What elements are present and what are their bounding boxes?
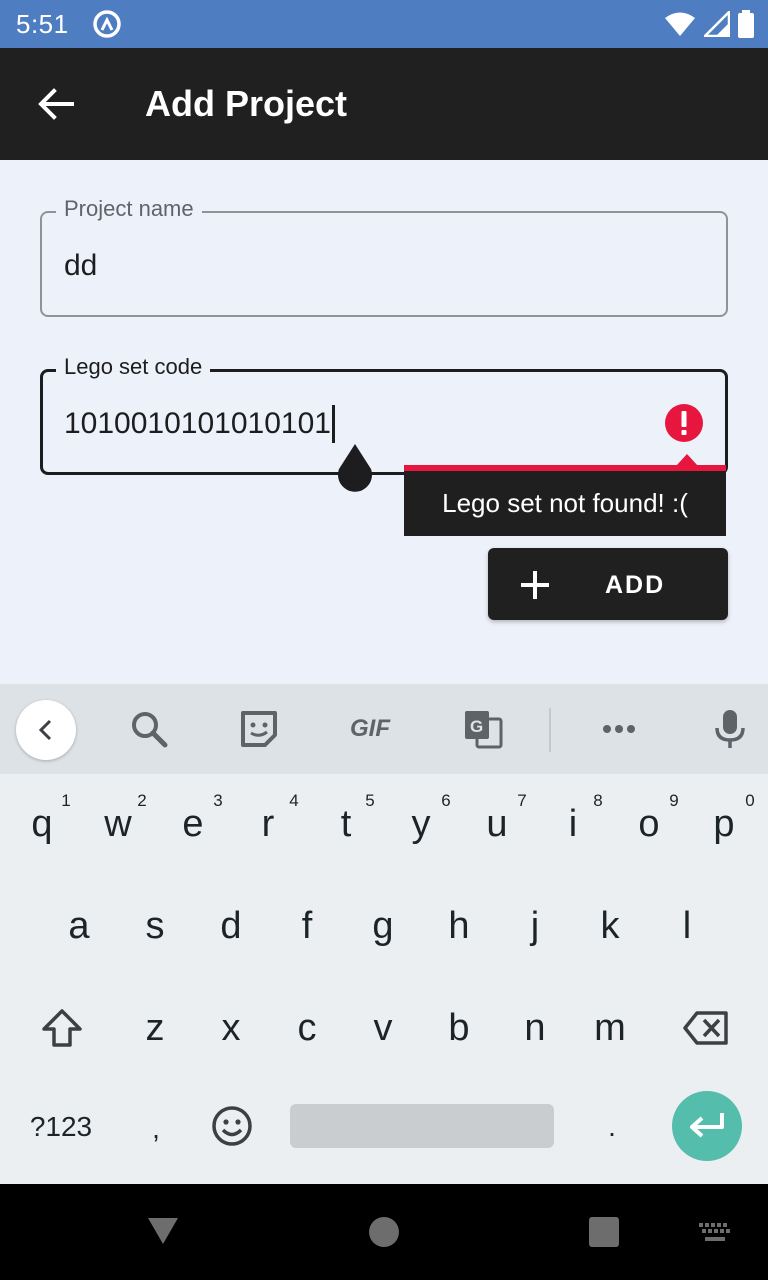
lego-set-code-label: Lego set code bbox=[56, 353, 211, 381]
key-t[interactable]: t bbox=[316, 802, 376, 846]
backspace-icon[interactable] bbox=[683, 1011, 729, 1045]
comma-key[interactable]: , bbox=[136, 1112, 176, 1146]
navigation-bar bbox=[0, 1184, 768, 1280]
lego-set-code-field[interactable]: Lego set code 1010010101010101 bbox=[40, 353, 728, 492]
lego-set-code-value-wrap: 1010010101010101 bbox=[64, 404, 335, 444]
key-f[interactable]: f bbox=[277, 904, 337, 948]
key-c[interactable]: c bbox=[277, 1006, 337, 1050]
wifi-icon bbox=[665, 12, 695, 36]
key-y[interactable]: y bbox=[391, 802, 451, 846]
sticker-icon[interactable] bbox=[237, 707, 281, 751]
status-icons bbox=[664, 10, 754, 38]
page-title: Add Project bbox=[145, 83, 348, 124]
key-k[interactable]: k bbox=[580, 904, 640, 948]
space-bar[interactable] bbox=[290, 1104, 554, 1148]
cellular-signal-icon bbox=[704, 11, 730, 37]
keyboard-switch-icon[interactable] bbox=[698, 1222, 732, 1244]
app-notification-icon bbox=[93, 10, 121, 38]
project-name-field[interactable]: Project name dd bbox=[40, 195, 728, 317]
key-u[interactable]: u bbox=[467, 802, 527, 846]
key-b[interactable]: b bbox=[429, 1006, 489, 1050]
key-v[interactable]: v bbox=[353, 1006, 413, 1050]
plus-icon bbox=[521, 571, 549, 599]
add-button[interactable]: ADD bbox=[488, 548, 728, 620]
key-e[interactable]: e bbox=[163, 802, 223, 846]
key-i[interactable]: i bbox=[543, 802, 603, 846]
key-p[interactable]: p bbox=[694, 802, 754, 846]
nav-back-icon[interactable] bbox=[146, 1216, 180, 1246]
project-name-value: dd bbox=[64, 249, 98, 282]
chevron-left-icon bbox=[38, 719, 52, 741]
more-icon[interactable] bbox=[597, 707, 641, 751]
key-o[interactable]: o bbox=[619, 802, 679, 846]
microphone-icon[interactable] bbox=[708, 707, 752, 751]
svg-text:G: G bbox=[470, 717, 483, 736]
key-s[interactable]: s bbox=[125, 904, 185, 948]
key-d[interactable]: d bbox=[201, 904, 261, 948]
key-m[interactable]: m bbox=[580, 1006, 640, 1050]
app-bar: Add Project bbox=[0, 48, 768, 160]
shift-icon[interactable] bbox=[40, 1008, 84, 1048]
error-icon bbox=[665, 404, 703, 442]
add-project-screen: 5:51 Add Project Project name dd Lego se… bbox=[0, 0, 768, 1280]
key-a[interactable]: a bbox=[49, 904, 109, 948]
key-x[interactable]: x bbox=[201, 1006, 261, 1050]
period-key[interactable]: . bbox=[592, 1110, 632, 1144]
status-time: 5:51 bbox=[16, 9, 69, 39]
translate-icon[interactable]: G bbox=[461, 707, 505, 751]
key-z[interactable]: z bbox=[125, 1006, 185, 1050]
key-l[interactable]: l bbox=[657, 904, 717, 948]
key-g[interactable]: g bbox=[353, 904, 413, 948]
soft-keyboard: GIF G 1 q 2 w 3 e 4 r 5 t 6 y 7 u 8 i 9 … bbox=[0, 684, 768, 1184]
arrow-back-icon[interactable] bbox=[36, 84, 76, 124]
project-name-label: Project name bbox=[56, 195, 202, 223]
gif-icon[interactable]: GIF bbox=[340, 707, 400, 751]
key-r[interactable]: r bbox=[238, 802, 298, 846]
error-popup: Lego set not found! :( bbox=[404, 471, 726, 536]
lego-set-code-value: 1010010101010101 bbox=[64, 407, 331, 440]
enter-icon bbox=[690, 1113, 724, 1138]
nav-recents-icon[interactable] bbox=[588, 1216, 620, 1248]
cursor-handle-icon[interactable] bbox=[334, 442, 376, 494]
key-h[interactable]: h bbox=[429, 904, 489, 948]
key-w[interactable]: w bbox=[88, 802, 148, 846]
enter-key[interactable] bbox=[672, 1091, 742, 1161]
emoji-icon[interactable] bbox=[211, 1105, 253, 1147]
status-bar: 5:51 bbox=[0, 0, 768, 48]
search-icon[interactable] bbox=[127, 707, 171, 751]
text-cursor bbox=[331, 405, 335, 443]
toolbar-divider bbox=[549, 708, 551, 752]
battery-icon bbox=[738, 10, 754, 38]
key-j[interactable]: j bbox=[505, 904, 565, 948]
symbols-key[interactable]: ?123 bbox=[22, 1110, 100, 1144]
add-button-label: ADD bbox=[605, 571, 666, 599]
key-n[interactable]: n bbox=[505, 1006, 565, 1050]
collapse-toolbar-button[interactable] bbox=[16, 700, 76, 760]
nav-home-icon[interactable] bbox=[368, 1216, 400, 1248]
keyboard-toolbar: GIF G bbox=[0, 684, 768, 774]
key-q[interactable]: q bbox=[12, 802, 72, 846]
